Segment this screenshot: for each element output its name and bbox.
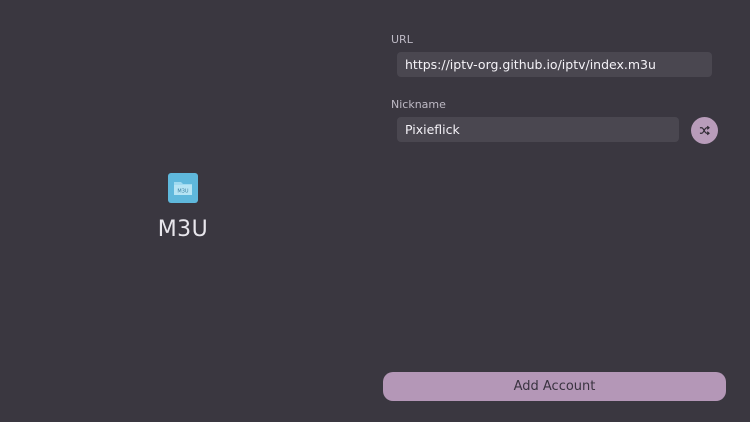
url-input-value: https://iptv-org.github.io/iptv/index.m3…	[405, 57, 656, 72]
provider-title: M3U	[157, 216, 209, 242]
m3u-folder-icon: M3U	[168, 172, 198, 203]
url-label: URL	[391, 33, 413, 46]
url-input[interactable]: https://iptv-org.github.io/iptv/index.m3…	[397, 52, 712, 77]
add-account-screen: M3U M3U URL https://iptv-org.github.io/i…	[0, 0, 750, 422]
add-account-button[interactable]: Add Account	[383, 372, 726, 401]
m3u-icon-label: M3U	[177, 188, 188, 194]
nickname-input[interactable]: Pixieflick	[397, 117, 679, 142]
nickname-label: Nickname	[391, 98, 446, 111]
provider-panel: M3U M3U	[0, 0, 366, 422]
nickname-input-value: Pixieflick	[405, 122, 460, 137]
shuffle-nickname-button[interactable]	[691, 117, 718, 144]
shuffle-icon	[699, 125, 710, 136]
